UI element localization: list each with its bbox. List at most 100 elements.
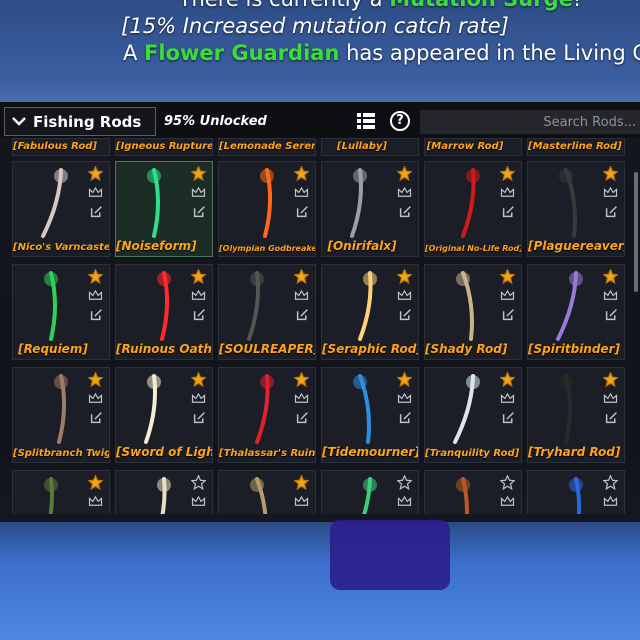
rod-card[interactable] — [115, 470, 213, 514]
crown-icon[interactable] — [500, 392, 515, 405]
edit-icon[interactable] — [90, 308, 103, 321]
rod-card[interactable]: [Fabulous Rod] — [12, 138, 110, 156]
edit-icon[interactable] — [296, 411, 309, 424]
edit-icon[interactable] — [502, 205, 515, 218]
crown-icon[interactable] — [191, 289, 206, 302]
rod-card[interactable]: [Tidemourner] — [321, 367, 419, 463]
edit-icon[interactable] — [605, 411, 618, 424]
crown-icon[interactable] — [603, 392, 618, 405]
help-icon[interactable]: ? — [390, 111, 410, 131]
crown-icon[interactable] — [603, 186, 618, 199]
category-dropdown[interactable]: Fishing Rods — [4, 107, 156, 136]
crown-icon[interactable] — [294, 289, 309, 302]
crown-icon[interactable] — [88, 392, 103, 405]
favorite-star-icon[interactable] — [191, 166, 206, 181]
rod-card[interactable]: [Requiem] — [12, 264, 110, 360]
edit-icon[interactable] — [399, 205, 412, 218]
favorite-star-icon[interactable] — [88, 372, 103, 387]
favorite-star-icon[interactable] — [500, 372, 515, 387]
edit-icon[interactable] — [502, 308, 515, 321]
favorite-star-icon[interactable] — [603, 372, 618, 387]
rod-card[interactable]: [Splitbranch Twig] — [12, 367, 110, 463]
list-view-icon[interactable] — [356, 111, 376, 131]
edit-icon[interactable] — [605, 205, 618, 218]
crown-icon[interactable] — [88, 289, 103, 302]
edit-icon[interactable] — [193, 308, 206, 321]
crown-icon[interactable] — [397, 186, 412, 199]
favorite-star-icon[interactable] — [294, 372, 309, 387]
rod-card[interactable]: [Shady Rod] — [424, 264, 522, 360]
favorite-star-icon[interactable] — [88, 475, 103, 490]
crown-icon[interactable] — [500, 289, 515, 302]
rod-card[interactable]: [SOULREAPER] — [218, 264, 316, 360]
edit-icon[interactable] — [90, 411, 103, 424]
favorite-star-icon[interactable] — [191, 372, 206, 387]
crown-icon[interactable] — [88, 186, 103, 199]
rod-card[interactable]: [Ruinous Oath] — [115, 264, 213, 360]
favorite-star-icon[interactable] — [500, 475, 515, 490]
crown-icon[interactable] — [397, 289, 412, 302]
favorite-star-icon[interactable] — [191, 475, 206, 490]
favorite-star-icon[interactable] — [500, 269, 515, 284]
edit-icon[interactable] — [399, 411, 412, 424]
crown-icon[interactable] — [191, 392, 206, 405]
favorite-star-icon[interactable] — [294, 166, 309, 181]
rod-card[interactable] — [527, 470, 625, 514]
rod-card[interactable]: [Nico's Varncaster] — [12, 161, 110, 257]
search-rods-input[interactable] — [420, 110, 640, 134]
favorite-star-icon[interactable] — [500, 166, 515, 181]
favorite-star-icon[interactable] — [294, 475, 309, 490]
edit-icon[interactable] — [502, 411, 515, 424]
rod-card[interactable]: [Olympian Godbreaker] — [218, 161, 316, 257]
edit-icon[interactable] — [296, 308, 309, 321]
rod-card[interactable]: [Tranquility Rod] — [424, 367, 522, 463]
rod-card[interactable]: [Sword of Light] — [115, 367, 213, 463]
favorite-star-icon[interactable] — [88, 166, 103, 181]
crown-icon[interactable] — [191, 495, 206, 508]
rod-card[interactable] — [424, 470, 522, 514]
crown-icon[interactable] — [397, 392, 412, 405]
rod-card[interactable]: [Noiseform] — [115, 161, 213, 257]
crown-icon[interactable] — [294, 392, 309, 405]
rod-card[interactable]: [Seraphic Rod] — [321, 264, 419, 360]
rod-card[interactable]: [Masterline Rod] — [527, 138, 625, 156]
edit-icon[interactable] — [605, 308, 618, 321]
rod-card[interactable]: [Lemonade Serenade] — [218, 138, 316, 156]
rod-card[interactable]: [Tryhard Rod] — [527, 367, 625, 463]
grid-scrollbar[interactable] — [634, 172, 638, 292]
crown-icon[interactable] — [603, 289, 618, 302]
rod-card[interactable] — [321, 470, 419, 514]
crown-icon[interactable] — [294, 495, 309, 508]
rod-card[interactable]: [Spiritbinder] — [527, 264, 625, 360]
favorite-star-icon[interactable] — [294, 269, 309, 284]
favorite-star-icon[interactable] — [397, 475, 412, 490]
rod-card[interactable]: [Lullaby] — [321, 138, 419, 156]
favorite-star-icon[interactable] — [603, 475, 618, 490]
crown-icon[interactable] — [294, 186, 309, 199]
rod-card[interactable]: [Plaguereaver] — [527, 161, 625, 257]
favorite-star-icon[interactable] — [603, 269, 618, 284]
edit-icon[interactable] — [90, 205, 103, 218]
edit-icon[interactable] — [193, 205, 206, 218]
rod-card[interactable] — [12, 470, 110, 514]
edit-icon[interactable] — [399, 308, 412, 321]
edit-icon[interactable] — [193, 411, 206, 424]
rod-card[interactable]: [Onirifalx] — [321, 161, 419, 257]
rod-card[interactable]: [Original No-Life Rod] — [424, 161, 522, 257]
crown-icon[interactable] — [88, 495, 103, 508]
rod-card[interactable]: [Marrow Rod] — [424, 138, 522, 156]
favorite-star-icon[interactable] — [397, 372, 412, 387]
rod-card[interactable] — [218, 470, 316, 514]
crown-icon[interactable] — [500, 186, 515, 199]
edit-icon[interactable] — [296, 205, 309, 218]
crown-icon[interactable] — [603, 495, 618, 508]
favorite-star-icon[interactable] — [397, 269, 412, 284]
favorite-star-icon[interactable] — [191, 269, 206, 284]
favorite-star-icon[interactable] — [603, 166, 618, 181]
rod-card[interactable]: [Thalassar's Ruin] — [218, 367, 316, 463]
favorite-star-icon[interactable] — [88, 269, 103, 284]
crown-icon[interactable] — [191, 186, 206, 199]
crown-icon[interactable] — [500, 495, 515, 508]
favorite-star-icon[interactable] — [397, 166, 412, 181]
rod-card[interactable]: [Igneous Rupturer] — [115, 138, 213, 156]
